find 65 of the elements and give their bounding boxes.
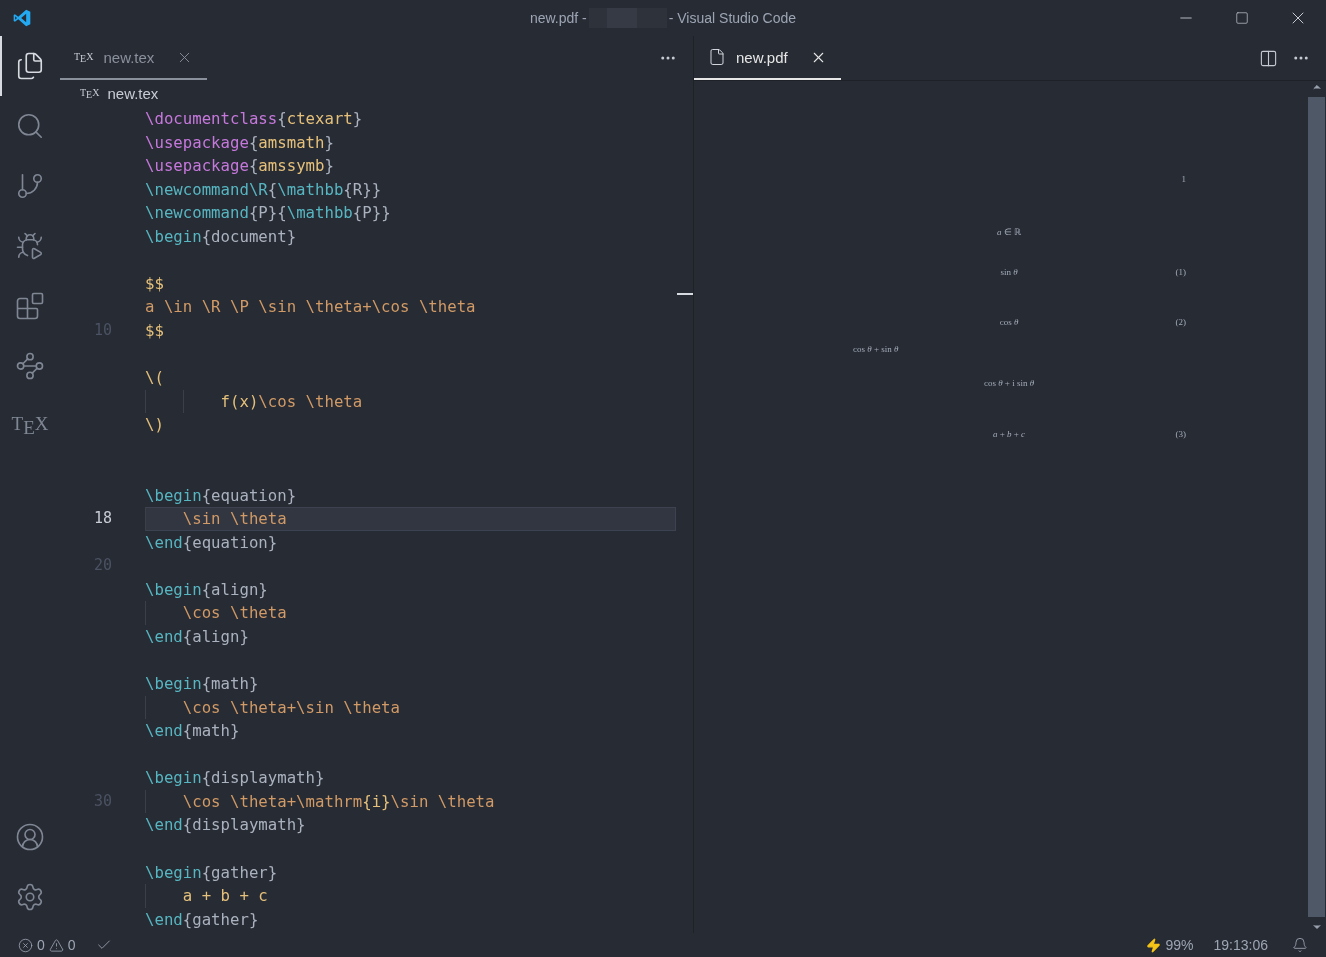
- account-icon[interactable]: [15, 822, 45, 852]
- error-icon: [18, 937, 33, 953]
- code-line: a + b + c: [145, 884, 676, 908]
- lightning-icon: [1146, 937, 1162, 953]
- equation-number: (3): [1175, 429, 1186, 439]
- maximize-icon[interactable]: [1235, 11, 1249, 25]
- tab-label: new.tex: [103, 48, 155, 66]
- code-line: \begin{math}: [145, 673, 260, 696]
- code-line: \begin{gather}: [145, 861, 279, 884]
- code-line: \newcommand\R{\mathbb{R}}: [145, 178, 383, 201]
- code-line: \begin{document}: [145, 225, 298, 248]
- waypoints-icon[interactable]: [15, 351, 45, 381]
- settings-icon[interactable]: [15, 882, 45, 912]
- code-line: \begin{displaymath}: [145, 767, 326, 790]
- battery-level: 99%: [1165, 937, 1194, 953]
- tab-label: new.pdf: [736, 48, 788, 66]
- code-line: $$: [145, 319, 165, 342]
- math-formula: a ∈ ℝ: [997, 227, 1021, 237]
- code-line: \cos \theta: [145, 601, 676, 626]
- split-editor-icon[interactable]: [1259, 48, 1278, 68]
- scrollbar-thumb[interactable]: [1308, 97, 1325, 917]
- code-line: \cos \theta+\sin \theta: [145, 695, 676, 720]
- math-formula: cos θ: [999, 317, 1019, 327]
- page-number: 1: [1181, 174, 1186, 184]
- code-line: \cos \theta+\mathrm{i}\sin \theta: [145, 789, 676, 814]
- notifications-icon[interactable]: [1292, 937, 1308, 953]
- breadcrumb-item[interactable]: new.tex: [107, 85, 159, 102]
- app-logo: [12, 8, 32, 28]
- warning-count[interactable]: 0: [67, 937, 76, 953]
- code-line: \end{displaymath}: [145, 814, 307, 837]
- code-line: \end{align}: [145, 626, 250, 649]
- code-line: \(: [145, 367, 165, 389]
- window-title: new.pdf -: [529, 10, 587, 26]
- window-title: - Visual Studio Code: [668, 10, 797, 26]
- code-line: \documentclass{ctexart}: [145, 108, 364, 130]
- code-line: \newcommand{P}{\mathbb{P}}: [145, 202, 392, 225]
- code-line: \begin{align}: [145, 578, 269, 601]
- preview-tab[interactable]: new.pdf: [694, 36, 841, 80]
- code-line: \): [145, 414, 165, 437]
- bug-play-icon[interactable]: [15, 231, 45, 261]
- math-formula: cos θ + sin θ: [853, 344, 899, 354]
- error-count[interactable]: 0: [37, 937, 45, 953]
- file-icon: [708, 48, 726, 66]
- warning-icon: [48, 937, 64, 953]
- code-line: \begin{equation}: [145, 484, 298, 507]
- equation-number: (2): [1175, 317, 1186, 327]
- code-line: f(x)\cos \theta: [145, 389, 676, 414]
- code-line: \end{math}: [145, 720, 241, 743]
- code-line: $$: [145, 272, 165, 295]
- math-formula: cos θ + i sin θ: [983, 378, 1035, 388]
- math-formula: sin θ: [1000, 267, 1018, 277]
- math-formula: a + b + c: [992, 429, 1026, 439]
- code-line: \end{equation}: [145, 531, 279, 554]
- code-line: \end{gather}: [145, 908, 260, 931]
- branch-icon[interactable]: [15, 171, 45, 201]
- code-line: a \in \R \P \sin \theta+\cos \theta: [145, 296, 477, 319]
- files-icon[interactable]: [15, 51, 45, 81]
- code-line: \usepackage{amsmath}: [145, 131, 335, 154]
- code-line: \usepackage{amssymb}: [145, 155, 335, 178]
- equation-number: (1): [1175, 267, 1186, 277]
- clock-time: 19:13:06: [1213, 937, 1268, 953]
- search-icon[interactable]: [15, 111, 45, 141]
- line-number: 18: [93, 508, 112, 530]
- overview-ruler-mark: [677, 293, 693, 295]
- blocks-icon[interactable]: [15, 291, 45, 321]
